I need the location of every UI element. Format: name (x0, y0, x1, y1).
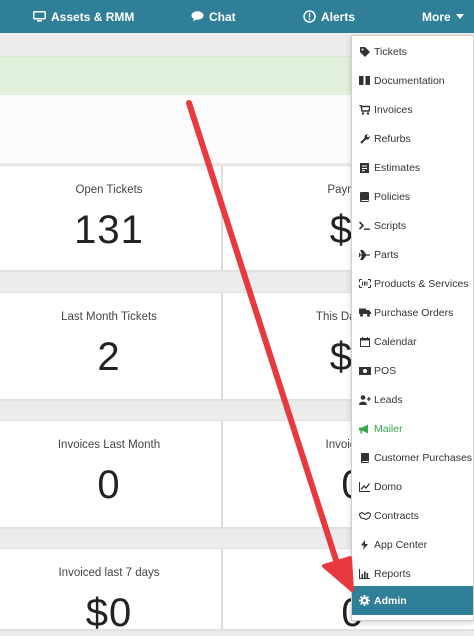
menu-item-customer-purchases[interactable]: Customer Purchases (352, 443, 473, 472)
menu-item-label: Purchase Orders (374, 306, 454, 319)
cart-icon (358, 104, 371, 115)
menu-item-label: Policies (374, 190, 411, 203)
plane-icon (358, 249, 371, 260)
stat-card-invoices-last-month[interactable]: Invoices Last Month 0 (0, 420, 222, 528)
nav-assets-label: Assets & RMM (51, 9, 135, 24)
barcode-icon (358, 279, 371, 288)
wrench-icon (358, 133, 371, 144)
alert-circle-icon (303, 10, 316, 23)
menu-item-purchase-orders[interactable]: Purchase Orders (352, 298, 473, 327)
stat-card-open-tickets[interactable]: Open Tickets 131 (0, 165, 222, 271)
menu-item-label: Documentation (374, 74, 445, 87)
truck-icon (358, 308, 371, 317)
menu-item-leads[interactable]: Leads (352, 385, 473, 414)
menu-item-app-center[interactable]: App Center (352, 530, 473, 559)
menu-item-label: Reports (374, 567, 411, 580)
stat-value: $0 (85, 591, 133, 635)
nav-assets-rmm[interactable]: Assets & RMM (33, 0, 134, 33)
menu-item-admin[interactable]: Admin (352, 586, 473, 615)
menu-item-parts[interactable]: Parts (352, 240, 473, 269)
megaphone-icon (358, 424, 371, 434)
more-dropdown-menu: Tickets Documentation Invoices Refurbs E… (351, 35, 474, 621)
menu-item-label: Estimates (374, 161, 421, 174)
menu-item-label: Refurbs (374, 132, 411, 145)
menu-item-estimates[interactable]: Estimates (352, 153, 473, 182)
menu-item-documentation[interactable]: Documentation (352, 66, 473, 95)
menu-item-label: Contracts (374, 509, 419, 522)
lightning-bolt-icon (358, 539, 371, 550)
nav-alerts[interactable]: Alerts (303, 0, 355, 33)
nav-chat[interactable]: Chat (191, 0, 236, 33)
menu-item-scripts[interactable]: Scripts (352, 211, 473, 240)
menu-item-policies[interactable]: Policies (352, 182, 473, 211)
user-plus-icon (358, 394, 371, 405)
menu-item-calendar[interactable]: Calendar (352, 327, 473, 356)
money-icon (358, 366, 371, 375)
stat-label: Invoices Last Month (57, 439, 161, 451)
menu-item-label: Customer Purchases (374, 451, 473, 464)
menu-item-label: Invoices (374, 103, 413, 116)
menu-item-label: Leads (374, 393, 403, 406)
menu-item-label: Scripts (374, 219, 407, 232)
caret-down-icon (455, 13, 464, 19)
monitor-icon (33, 11, 46, 22)
menu-item-pos[interactable]: POS (352, 356, 473, 385)
chat-bubble-icon (191, 11, 204, 22)
menu-item-products-services[interactable]: Products & Services (352, 269, 473, 298)
menu-item-label: Admin (374, 594, 407, 607)
stat-label: Open Tickets (75, 184, 143, 196)
calendar-icon (358, 336, 371, 347)
menu-item-domo[interactable]: Domo (352, 472, 473, 501)
nav-chat-label: Chat (209, 9, 236, 24)
menu-item-label: Domo (374, 480, 403, 493)
book-closed-icon (358, 452, 371, 463)
stat-label: Last Month Tickets (61, 311, 157, 323)
menu-item-label: Tickets (374, 45, 407, 58)
gear-icon (358, 595, 371, 606)
menu-item-label: Mailer (374, 422, 403, 435)
menu-item-invoices[interactable]: Invoices (352, 95, 473, 124)
document-icon (358, 162, 371, 173)
handshake-icon (358, 511, 371, 520)
nav-alerts-label: Alerts (321, 9, 356, 24)
line-chart-icon (358, 481, 371, 492)
stat-card-last-month-tickets[interactable]: Last Month Tickets 2 (0, 292, 222, 400)
menu-item-label: Products & Services (374, 277, 469, 290)
stat-label: Invoiced last 7 days (58, 567, 160, 579)
menu-item-contracts[interactable]: Contracts (352, 501, 473, 530)
menu-item-mailer[interactable]: Mailer (352, 414, 473, 443)
bar-chart-icon (358, 568, 371, 579)
nav-more-dropdown[interactable]: More (422, 0, 464, 33)
menu-item-label: App Center (374, 538, 428, 551)
book-closed-icon (358, 191, 371, 202)
menu-item-refurbs[interactable]: Refurbs (352, 124, 473, 153)
stat-value: 131 (74, 208, 144, 252)
top-nav-bar: Assets & RMM Chat Alerts More (0, 0, 474, 33)
terminal-icon (358, 221, 371, 230)
nav-more-label: More (422, 9, 451, 24)
menu-item-label: Calendar (374, 335, 417, 348)
menu-item-tickets[interactable]: Tickets (352, 37, 473, 66)
book-icon (358, 76, 371, 85)
stat-card-invoiced-last-7-days[interactable]: Invoiced last 7 days $0 (0, 548, 222, 635)
menu-item-reports[interactable]: Reports (352, 559, 473, 588)
stat-value: 0 (97, 463, 121, 507)
tag-icon (358, 46, 371, 57)
menu-item-label: Parts (374, 248, 399, 261)
menu-item-label: POS (374, 364, 397, 377)
stat-value: 2 (97, 335, 121, 379)
